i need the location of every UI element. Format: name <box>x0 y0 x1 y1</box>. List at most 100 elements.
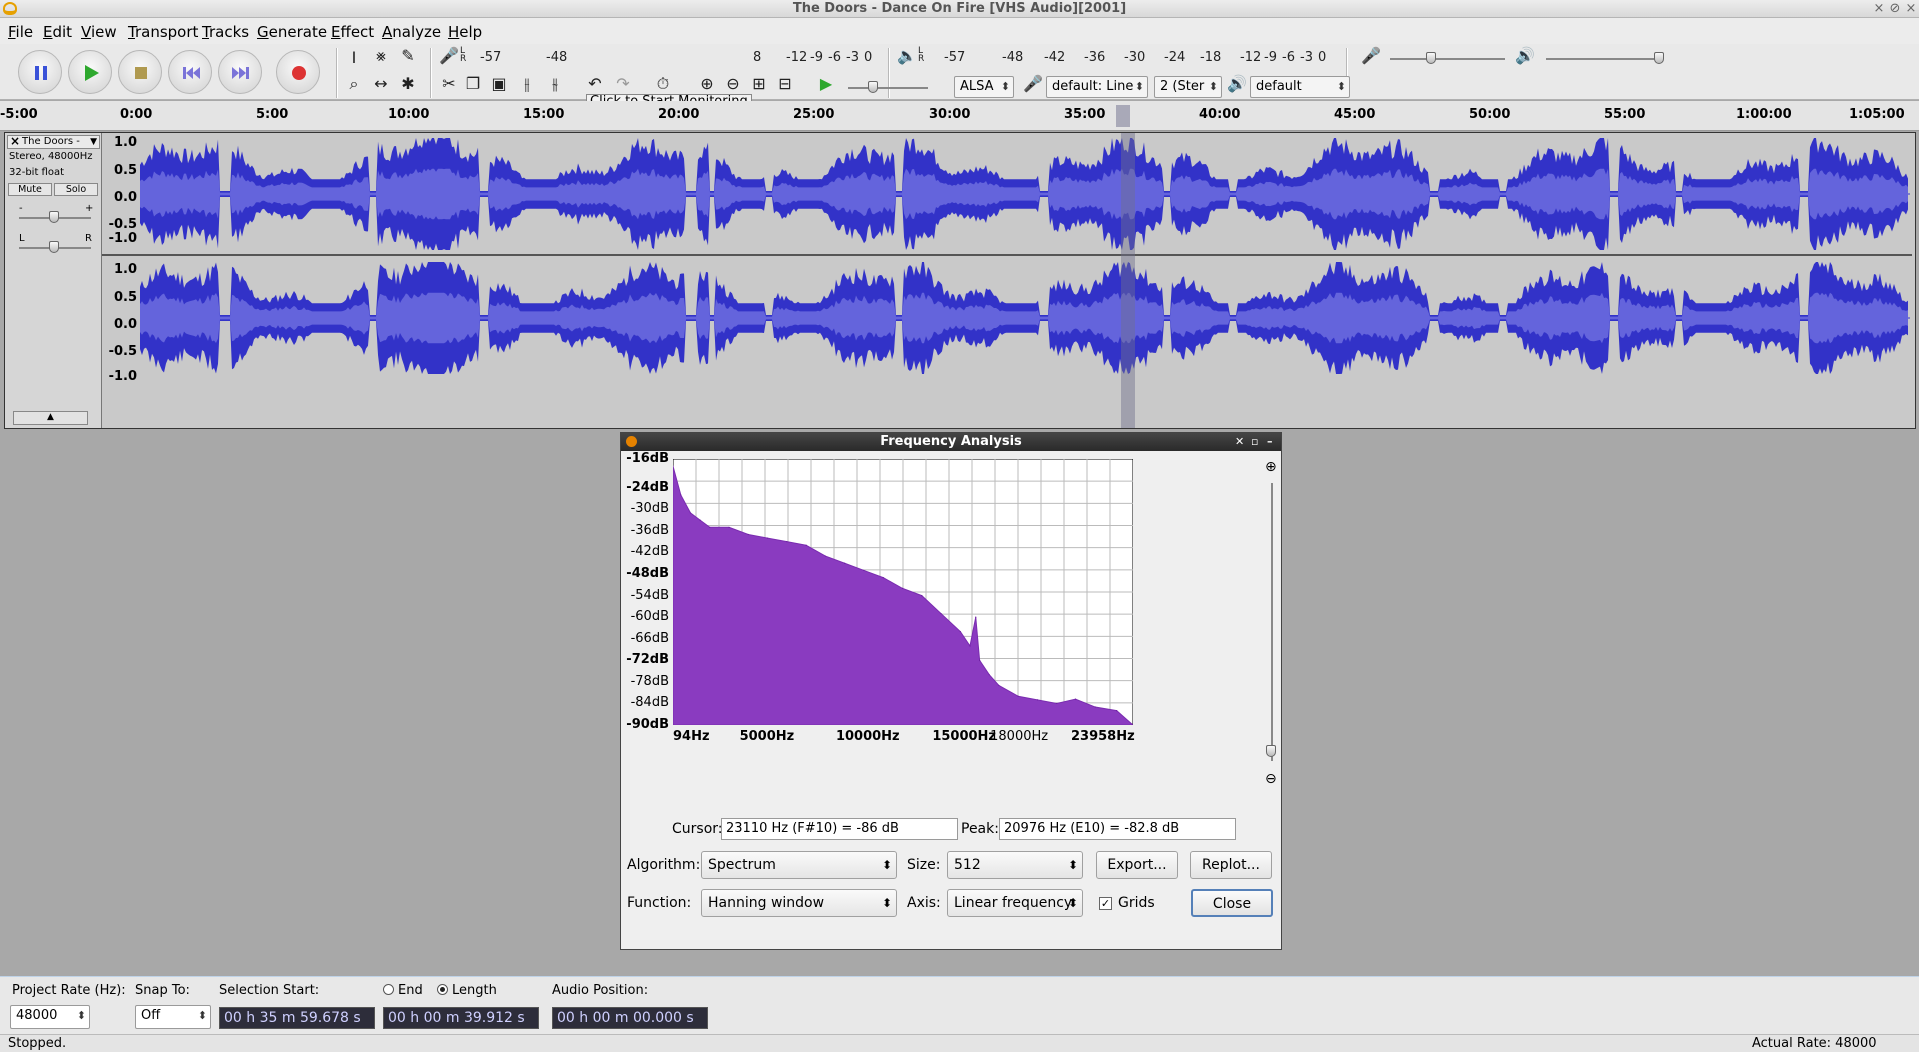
vertical-zoom-slider[interactable] <box>1266 483 1276 761</box>
channels-select[interactable]: 2 (Ster <box>1154 76 1222 98</box>
record-meter-icon[interactable]: 🎤 <box>438 46 460 65</box>
playback-device-select[interactable]: default <box>1250 76 1350 98</box>
skip-start-button[interactable] <box>168 50 212 94</box>
copy-icon[interactable]: ❐ <box>462 74 484 93</box>
status-bar: Stopped. Actual Rate: 48000 <box>0 1034 1919 1052</box>
db-tick-label: -42dB <box>630 544 669 560</box>
play-tick: -57 <box>944 50 966 65</box>
track-name-dropdown[interactable]: × The Doors - ▼ <box>7 135 100 149</box>
cut-icon[interactable]: ✂ <box>438 74 460 93</box>
solo-button[interactable]: Solo <box>54 183 98 196</box>
selection-start-time[interactable]: 00 h 35 m 59.678 s <box>219 1007 375 1029</box>
timeline-ruler[interactable]: -5:00 0:00 5:00 10:00 15:00 20:00 25:00 … <box>0 101 1919 131</box>
menu-edit[interactable]: Edit <box>43 23 72 41</box>
grids-checkbox[interactable]: ✓ <box>1099 897 1112 910</box>
stop-button[interactable] <box>118 50 162 94</box>
playback-meter-scale[interactable]: -57 -48 -42 -36 -30 -24 -18 -12 -9 -6 -3… <box>944 50 1344 65</box>
menu-file[interactable]: File <box>8 23 33 41</box>
ruler-label: 35:00 <box>1064 107 1106 122</box>
close-icon[interactable]: × <box>1904 1 1918 16</box>
skip-end-button[interactable] <box>218 50 262 94</box>
draw-tool-icon[interactable]: ✎ <box>397 46 419 65</box>
size-select[interactable]: 512 <box>947 851 1083 879</box>
menu-analyze[interactable]: Analyze <box>382 23 441 41</box>
spectrum-point <box>699 519 701 521</box>
play-tick: -36 <box>1084 50 1106 65</box>
recording-device-select[interactable]: default: Line <box>1046 76 1148 98</box>
maximize-icon[interactable]: ⊘ <box>1888 1 1902 16</box>
axis-select[interactable]: Linear frequency <box>947 889 1083 917</box>
dialog-minimize-icon[interactable]: – <box>1267 433 1273 450</box>
menu-view[interactable]: View <box>81 23 117 41</box>
close-button[interactable]: Close <box>1191 889 1273 917</box>
zoom-out-icon[interactable]: ⊖ <box>1265 771 1277 787</box>
audio-host-select[interactable]: ALSA <box>954 76 1014 98</box>
zoom-in-icon[interactable]: ⊕ <box>1265 459 1277 475</box>
rec-tick: -6 <box>828 50 841 65</box>
envelope-tool-icon[interactable]: ⨳ <box>370 46 392 66</box>
spectrum-point <box>1074 698 1077 700</box>
paste-icon[interactable]: ▣ <box>488 74 510 93</box>
frequency-tick-label: 18000Hz <box>990 729 1049 744</box>
redo-icon[interactable]: ↷ <box>612 74 634 93</box>
pause-button[interactable] <box>18 50 62 94</box>
menu-help[interactable]: Help <box>448 23 482 41</box>
collapse-track-button[interactable]: ▲ <box>13 411 88 425</box>
pan-slider[interactable] <box>19 241 91 253</box>
play-button[interactable] <box>68 50 112 94</box>
project-rate-select[interactable]: 48000 <box>10 1005 90 1029</box>
snap-to-select[interactable]: Off <box>135 1005 211 1029</box>
menu-generate[interactable]: Generate <box>257 23 327 41</box>
menu-effect[interactable]: Effect <box>331 23 374 41</box>
zoom-out-icon[interactable]: ⊖ <box>722 74 744 93</box>
minimize-icon[interactable]: × <box>1872 1 1886 16</box>
replot-button[interactable]: Replot... <box>1190 851 1272 879</box>
playback-volume-slider[interactable] <box>1546 52 1664 64</box>
selection-start-label: Selection Start: <box>219 983 320 998</box>
selection-length-time[interactable]: 00 h 00 m 39.912 s <box>383 1007 539 1029</box>
waveform-left-channel[interactable] <box>140 135 1910 253</box>
play-speed-slider[interactable] <box>848 81 928 93</box>
track-close-icon[interactable]: × <box>10 135 20 147</box>
dialog-maximize-icon[interactable]: ▫ <box>1251 433 1258 450</box>
menu-tracks[interactable]: Tracks <box>202 23 249 41</box>
playback-meter-icon[interactable]: 🔈 <box>896 46 918 65</box>
timeshift-tool-icon[interactable]: ↔ <box>370 74 392 93</box>
pan-left-label: L <box>19 233 25 244</box>
dialog-close-icon[interactable]: ✕ <box>1235 433 1244 450</box>
record-meter-scale[interactable]: -57 -48 8 -12 -9 -6 -3 0 <box>480 50 880 65</box>
spectrum-point <box>998 684 1000 687</box>
dialog-title-bar: Frequency Analysis ✕ ▫ – <box>621 433 1281 451</box>
end-radio[interactable]: End <box>383 983 423 998</box>
mute-button[interactable]: Mute <box>8 183 52 196</box>
zoom-tool-icon[interactable]: ⌕ <box>343 74 365 94</box>
spectrum-plot[interactable] <box>673 459 1133 725</box>
silence-icon[interactable]: ⫳ <box>544 74 566 94</box>
sync-lock-icon[interactable]: ⏱ <box>652 74 674 94</box>
export-button[interactable]: Export... <box>1096 851 1178 879</box>
window-function-select[interactable]: Hanning window <box>701 889 897 917</box>
db-tick-label: -36dB <box>630 522 669 538</box>
waveform-right-channel[interactable] <box>140 259 1910 377</box>
recording-volume-slider[interactable] <box>1390 52 1505 64</box>
length-radio[interactable]: Length <box>437 983 497 998</box>
selection-tool-icon[interactable]: I <box>343 48 365 67</box>
fit-project-icon[interactable]: ⊟ <box>774 74 796 93</box>
ruler-selection[interactable] <box>1116 105 1130 127</box>
gain-slider[interactable] <box>19 211 91 223</box>
undo-icon[interactable]: ↶ <box>584 74 606 93</box>
db-tick-label: -72dB <box>626 652 669 668</box>
multi-tool-icon[interactable]: ✱ <box>397 74 419 93</box>
ruler-label: 1:05:00 <box>1849 107 1905 122</box>
zoom-in-icon[interactable]: ⊕ <box>696 74 718 93</box>
algorithm-select[interactable]: Spectrum <box>701 851 897 879</box>
time-selection[interactable] <box>1121 133 1135 428</box>
fit-selection-icon[interactable]: ⊞ <box>748 74 770 93</box>
record-button[interactable] <box>276 50 320 94</box>
menu-transport[interactable]: Transport <box>128 23 198 41</box>
play-at-speed-icon[interactable]: ▶ <box>815 74 837 93</box>
input-device-icon: 🎤 <box>1023 74 1043 93</box>
ruler-label: 25:00 <box>793 107 835 122</box>
trim-icon[interactable]: ⫲ <box>516 74 538 94</box>
audio-position-time[interactable]: 00 h 00 m 00.000 s <box>552 1007 708 1029</box>
